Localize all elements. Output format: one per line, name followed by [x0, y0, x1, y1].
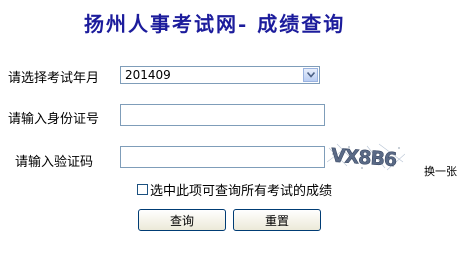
reset-button[interactable]: 重置 [233, 209, 321, 231]
captcha-refresh-link[interactable]: 换一张 [424, 163, 457, 179]
all-exams-checkbox[interactable] [137, 183, 148, 195]
captcha-image: VX8B6 [327, 142, 405, 172]
captcha-input[interactable] [120, 146, 325, 168]
dropdown-arrow-button[interactable] [303, 68, 318, 82]
id-number-input[interactable] [120, 104, 325, 126]
exam-month-value: 201409 [125, 68, 171, 82]
chevron-down-icon [307, 72, 315, 78]
captcha-label: 请输入验证码 [15, 155, 94, 170]
id-number-label: 请输入身份证号 [8, 112, 100, 127]
captcha-text: VX8B6 [330, 145, 397, 172]
page-title: 扬州人事考试网- 成绩查询 [84, 12, 346, 36]
exam-month-label: 请选择考试年月 [8, 71, 100, 86]
query-button[interactable]: 查询 [138, 209, 226, 231]
all-exams-checkbox-label: 选中此项可查询所有考试的成绩 [150, 183, 333, 199]
all-exams-checkbox-row[interactable]: 选中此项可查询所有考试的成绩 [137, 181, 333, 199]
exam-month-select[interactable]: 201409 [120, 66, 320, 84]
